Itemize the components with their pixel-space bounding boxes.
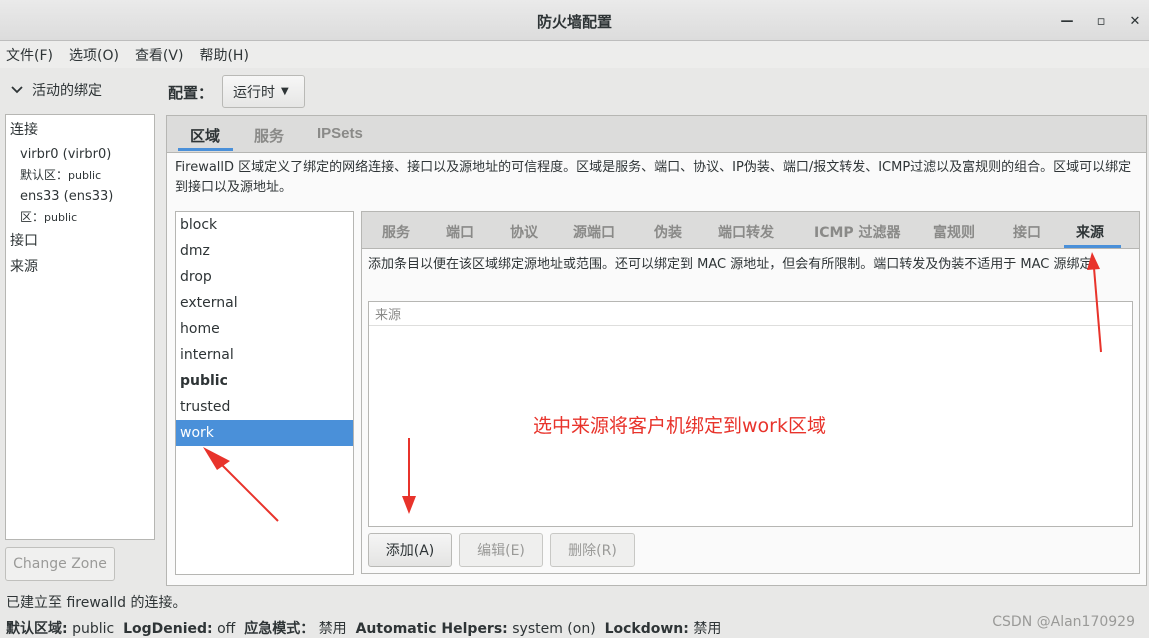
title-bar: 防火墙配置 — ▫ ✕ [0, 0, 1149, 41]
panic-mode-label: 应急模式： [244, 621, 315, 637]
caret-down-icon: ▼ [281, 86, 289, 97]
annotation-text: 选中来源将客户机绑定到work区域 [533, 415, 826, 437]
chevron-down-icon [11, 86, 23, 94]
connection-name[interactable]: virbr0 (virbr0) [20, 147, 111, 162]
bindings-tree: 连接 virbr0 (virbr0) 默认区：public ens33 (ens… [5, 114, 155, 540]
tab-ipsets[interactable]: IPSets [317, 125, 363, 142]
connection-name[interactable]: ens33 (ens33) [20, 189, 113, 204]
main-tab-bar: 区域 服务 IPSets [166, 115, 1147, 152]
minimize-icon[interactable]: — [1058, 12, 1076, 30]
menu-bar: 文件(F) 选项(O) 查看(V) 帮助(H) [0, 41, 1149, 68]
configuration-value: 运行时 [233, 84, 275, 101]
active-subtab-indicator [1064, 245, 1121, 248]
automatic-helpers-value: system (on) [512, 621, 596, 637]
zone-item[interactable]: home [176, 316, 353, 342]
connection-zone: 默认区：public [20, 168, 102, 182]
zone-description: FirewallD 区域定义了绑定的网络连接、接口以及源地址的可信程度。区域是服… [175, 160, 1132, 195]
menu-options[interactable]: 选项(O) [69, 45, 119, 65]
status-summary: 默认区域: public LogDenied: off 应急模式： 禁用 Aut… [6, 618, 721, 638]
maximize-icon[interactable]: ▫ [1092, 12, 1110, 30]
lockdown-label: Lockdown: [604, 621, 689, 637]
zone-list: block dmz drop external home internal pu… [175, 211, 354, 575]
zone-item[interactable]: dmz [176, 238, 353, 264]
window-title: 防火墙配置 [536, 13, 612, 31]
zone-item[interactable]: external [176, 290, 353, 316]
subtab-ports[interactable]: 端口 [446, 222, 474, 242]
sources-heading[interactable]: 来源 [10, 256, 38, 276]
subtab-icmp-filter[interactable]: ICMP 过滤器 [814, 222, 901, 242]
zone-item[interactable]: block [176, 212, 353, 238]
sources-column-header: 来源 [369, 302, 1132, 326]
lockdown-value: 禁用 [693, 621, 722, 637]
watermark: CSDN @Alan170929 [992, 614, 1135, 630]
connections-heading[interactable]: 连接 [10, 119, 38, 139]
subtab-protocols[interactable]: 协议 [510, 222, 538, 242]
subtab-sources[interactable]: 来源 [1076, 222, 1104, 242]
log-denied-label: LogDenied: [123, 621, 213, 637]
close-icon[interactable]: ✕ [1126, 12, 1144, 30]
subtab-rich-rules[interactable]: 富规则 [933, 222, 975, 242]
zone-item-default[interactable]: public [176, 368, 353, 394]
default-zone-label: 默认区域: [6, 621, 68, 637]
active-bindings-expander[interactable]: 活动的绑定 [10, 80, 102, 100]
zone-settings-tab-bar: 服务 端口 协议 源端口 伪装 端口转发 ICMP 过滤器 富规则 接口 来源 [361, 211, 1140, 249]
subtab-masquerade[interactable]: 伪装 [654, 222, 682, 242]
automatic-helpers-label: Automatic Helpers: [355, 621, 508, 637]
zone-item[interactable]: internal [176, 342, 353, 368]
add-button[interactable]: 添加(A) [368, 533, 452, 567]
zone-item[interactable]: drop [176, 264, 353, 290]
configuration-label: 配置： [168, 84, 214, 102]
configuration-dropdown[interactable]: 运行时 ▼ [222, 75, 305, 108]
panic-mode-value: 禁用 [318, 621, 347, 637]
subtab-interfaces[interactable]: 接口 [1013, 222, 1041, 242]
subtab-source-ports[interactable]: 源端口 [573, 222, 615, 242]
menu-help[interactable]: 帮助(H) [199, 45, 248, 65]
log-denied-value: off [217, 621, 236, 637]
zone-item-selected[interactable]: work [176, 420, 353, 446]
change-zone-button[interactable]: Change Zone [5, 547, 115, 581]
active-bindings-label: 活动的绑定 [32, 83, 102, 99]
zone-item[interactable]: trusted [176, 394, 353, 420]
menu-file[interactable]: 文件(F) [6, 45, 53, 65]
subtab-port-forwarding[interactable]: 端口转发 [718, 222, 774, 242]
sources-description: 添加条目以便在该区域绑定源地址或范围。还可以绑定到 MAC 源地址，但会有所限制… [368, 257, 1106, 272]
tab-services[interactable]: 服务 [254, 125, 284, 146]
connection-zone: 区：public [20, 210, 78, 224]
subtab-services[interactable]: 服务 [382, 222, 410, 242]
interfaces-heading[interactable]: 接口 [10, 230, 38, 250]
edit-button[interactable]: 编辑(E) [459, 533, 543, 567]
tab-zones[interactable]: 区域 [190, 125, 220, 146]
menu-view[interactable]: 查看(V) [135, 45, 184, 65]
default-zone-value: public [72, 621, 115, 637]
active-tab-indicator [178, 148, 233, 151]
connection-status: 已建立至 firewalld 的连接。 [6, 595, 187, 611]
remove-button[interactable]: 删除(R) [550, 533, 635, 567]
